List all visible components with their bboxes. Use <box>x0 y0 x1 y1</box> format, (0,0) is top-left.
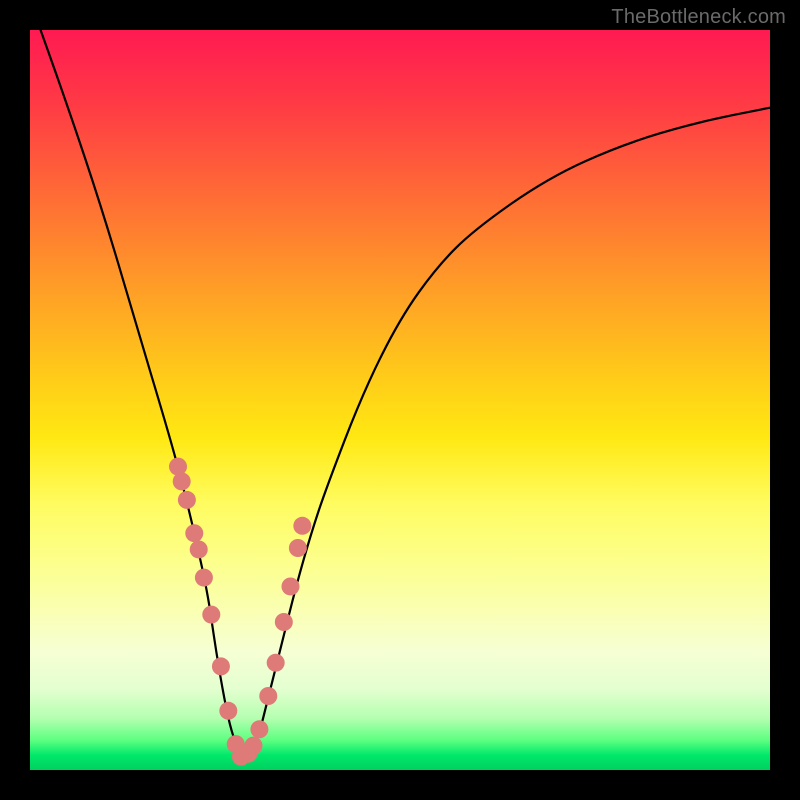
highlight-dot <box>267 654 285 672</box>
highlight-dot <box>250 720 268 738</box>
outer-frame: TheBottleneck.com <box>0 0 800 800</box>
watermark-text: TheBottleneck.com <box>611 6 786 29</box>
bottleneck-curve <box>30 0 770 756</box>
highlight-dot <box>195 569 213 587</box>
highlight-dot <box>275 613 293 631</box>
highlight-dot <box>185 524 203 542</box>
highlight-dot <box>173 472 191 490</box>
highlight-dot <box>178 491 196 509</box>
chart-svg <box>30 30 770 770</box>
highlight-dot <box>212 657 230 675</box>
highlight-dot <box>293 517 311 535</box>
plot-area <box>30 30 770 770</box>
highlight-dot <box>190 540 208 558</box>
highlight-dot <box>202 606 220 624</box>
highlight-dot <box>244 737 262 755</box>
highlight-dot <box>219 702 237 720</box>
highlight-dot <box>289 539 307 557</box>
highlight-dot <box>281 577 299 595</box>
highlight-dot <box>259 687 277 705</box>
